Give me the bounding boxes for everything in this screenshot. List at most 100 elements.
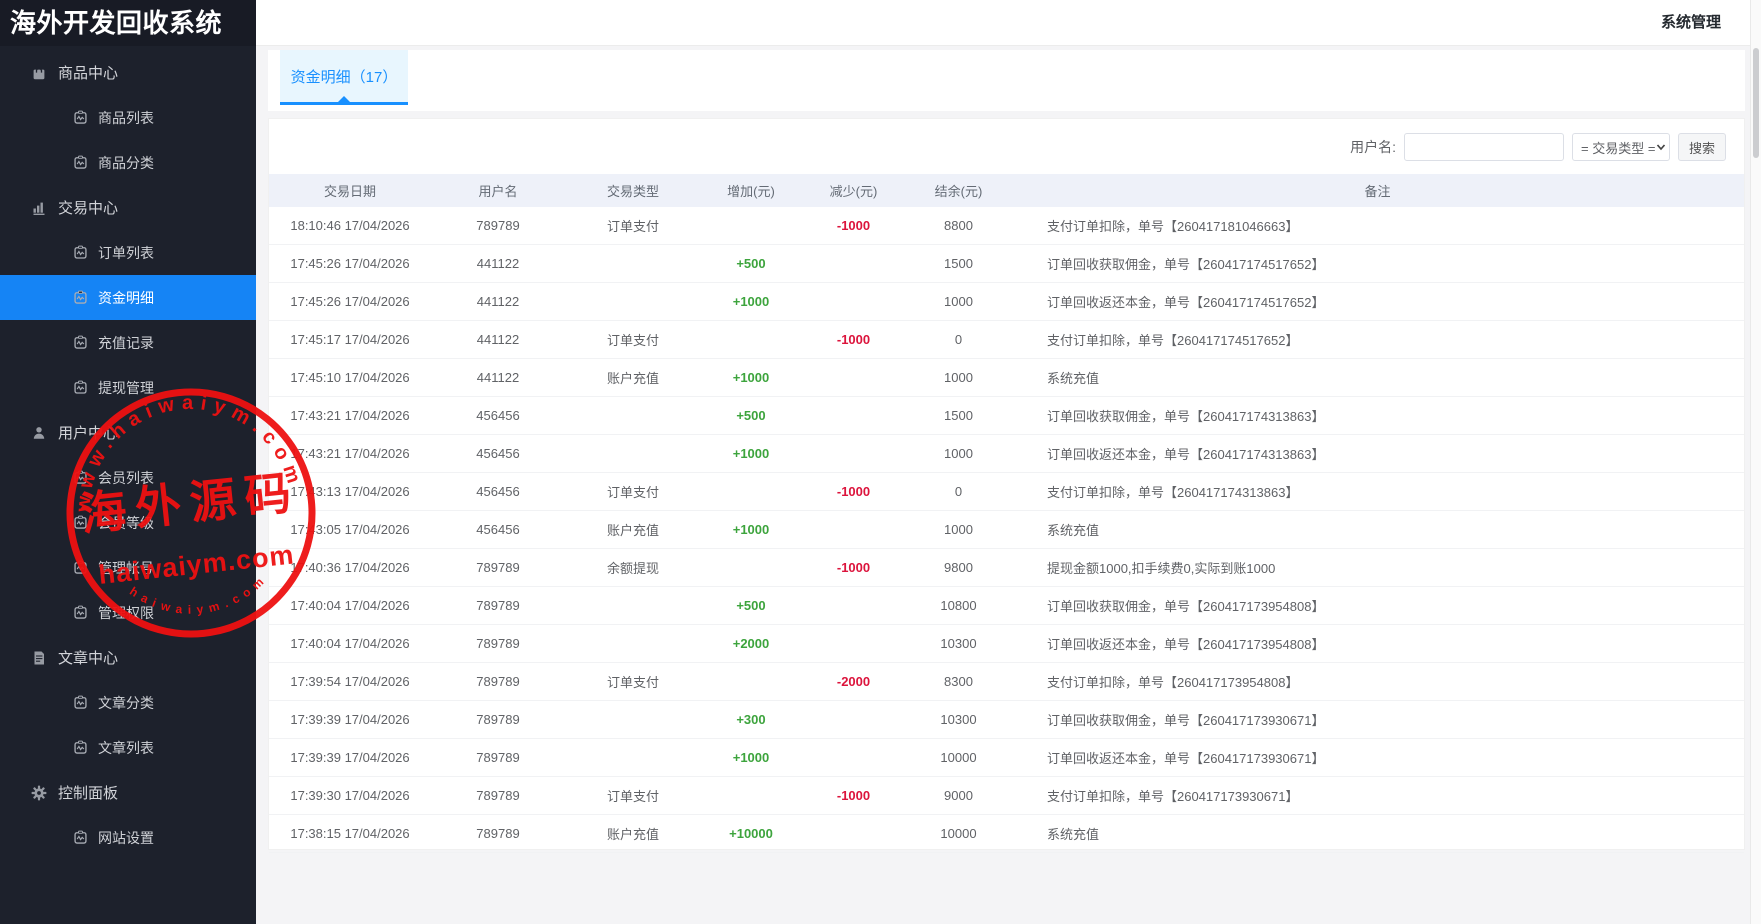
transaction-type-select[interactable]: = 交易类型 = <box>1572 133 1670 161</box>
table-row: 17:45:10 17/04/2026441122账户充值+10001000系统… <box>269 359 1744 397</box>
scrollbar-thumb[interactable] <box>1753 48 1759 158</box>
cell-type: 订单支付 <box>565 663 701 701</box>
sidebar-item-label: 充值记录 <box>98 333 154 353</box>
cell-time: 17:45:17 17/04/2026 <box>269 321 431 359</box>
sidebar-item-11[interactable]: 会员等级 <box>0 500 256 545</box>
cell-type <box>565 625 701 663</box>
table-row: 17:38:15 17/04/2026789789账户充值+1000010000… <box>269 815 1744 853</box>
sidebar-item-2[interactable]: 商品列表 <box>0 95 256 140</box>
cell-time: 17:45:10 17/04/2026 <box>269 359 431 397</box>
cell-balance: 10800 <box>906 587 1011 625</box>
cell-balance: 1000 <box>906 283 1011 321</box>
cell-remark: 订单回收获取佣金，单号【260417174313863】 <box>1011 397 1744 435</box>
column-header: 增加(元) <box>701 174 801 207</box>
sidebar-item-18[interactable]: 网站设置 <box>0 815 256 860</box>
table-row: 17:40:04 17/04/2026789789+50010800订单回收获取… <box>269 587 1744 625</box>
column-header: 交易类型 <box>565 174 701 207</box>
search-button[interactable]: 搜索 <box>1678 133 1726 161</box>
sidebar-item-label: 订单列表 <box>98 243 154 263</box>
chevron-down-icon <box>1655 141 1667 153</box>
cell-add: +1000 <box>701 435 801 473</box>
cell-user: 441122 <box>431 321 565 359</box>
fund-table: 交易日期用户名交易类型增加(元)减少(元)结余(元)备注 18:10:46 17… <box>269 174 1744 853</box>
cell-user: 441122 <box>431 283 565 321</box>
cell-time: 17:40:04 17/04/2026 <box>269 625 431 663</box>
sidebar-item-label: 会员等级 <box>98 513 154 533</box>
sidebar-item-13[interactable]: 管理权限 <box>0 590 256 635</box>
cell-minus <box>801 359 906 397</box>
sidebar-item-label: 文章中心 <box>58 647 118 668</box>
cell-type: 账户充值 <box>565 359 701 397</box>
filter-bar: 用户名: = 交易类型 = 搜索 <box>269 119 1744 174</box>
doc-chart-icon <box>72 290 89 305</box>
doc-chart-icon <box>72 335 89 350</box>
cell-user: 789789 <box>431 701 565 739</box>
tab-fund-details[interactable]: 资金明细（17） <box>280 50 408 105</box>
cell-remark: 订单回收返还本金，单号【260417173954808】 <box>1011 625 1744 663</box>
sidebar-item-label: 文章列表 <box>98 738 154 758</box>
cell-remark: 系统充值 <box>1011 359 1744 397</box>
sidebar-item-7[interactable]: 充值记录 <box>0 320 256 365</box>
cell-balance: 10000 <box>906 815 1011 853</box>
cell-add <box>701 663 801 701</box>
sidebar-item-label: 商品分类 <box>98 153 154 173</box>
gear-icon <box>30 785 47 801</box>
cell-minus <box>801 511 906 549</box>
doc-chart-icon <box>72 740 89 755</box>
cell-user: 441122 <box>431 359 565 397</box>
cell-user: 456456 <box>431 435 565 473</box>
cell-time: 17:39:54 17/04/2026 <box>269 663 431 701</box>
sidebar: 海外开发回收系统 商品中心商品列表商品分类交易中心订单列表资金明细充值记录提现管… <box>0 0 256 924</box>
sidebar-item-6[interactable]: 资金明细 <box>0 275 256 320</box>
sidebar-item-12[interactable]: 管理帐号 <box>0 545 256 590</box>
sidebar-item-17[interactable]: 控制面板 <box>0 770 256 815</box>
vertical-scrollbar[interactable] <box>1750 0 1761 924</box>
cell-remark: 支付订单扣除，单号【260417181046663】 <box>1011 207 1744 245</box>
cell-time: 17:39:39 17/04/2026 <box>269 701 431 739</box>
sidebar-item-16[interactable]: 文章列表 <box>0 725 256 770</box>
doc-chart-icon <box>72 605 89 620</box>
cell-user: 456456 <box>431 511 565 549</box>
sidebar-item-9[interactable]: 用户中心 <box>0 410 256 455</box>
cell-time: 17:38:15 17/04/2026 <box>269 815 431 853</box>
username-input[interactable] <box>1404 133 1564 161</box>
cell-remark: 订单回收返还本金，单号【260417174517652】 <box>1011 283 1744 321</box>
sidebar-item-label: 管理帐号 <box>98 558 154 578</box>
sidebar-item-8[interactable]: 提现管理 <box>0 365 256 410</box>
sidebar-item-4[interactable]: 交易中心 <box>0 185 256 230</box>
cell-time: 17:43:05 17/04/2026 <box>269 511 431 549</box>
doc-chart-icon <box>72 110 89 125</box>
sidebar-item-10[interactable]: 会员列表 <box>0 455 256 500</box>
tab-bar: 资金明细（17） <box>268 50 1745 111</box>
table-row: 17:43:21 17/04/2026456456+10001000订单回收返还… <box>269 435 1744 473</box>
sidebar-item-15[interactable]: 文章分类 <box>0 680 256 725</box>
table-row: 17:39:39 17/04/2026789789+100010000订单回收返… <box>269 739 1744 777</box>
cell-add <box>701 473 801 511</box>
cell-minus <box>801 815 906 853</box>
sidebar-item-1[interactable]: 商品中心 <box>0 50 256 95</box>
cell-user: 789789 <box>431 777 565 815</box>
doc-chart-icon <box>72 830 89 845</box>
doc-chart-icon <box>72 470 89 485</box>
column-header: 交易日期 <box>269 174 431 207</box>
column-header: 结余(元) <box>906 174 1011 207</box>
cell-user: 789789 <box>431 663 565 701</box>
sidebar-item-5[interactable]: 订单列表 <box>0 230 256 275</box>
sidebar-item-14[interactable]: 文章中心 <box>0 635 256 680</box>
sidebar-item-3[interactable]: 商品分类 <box>0 140 256 185</box>
system-admin-menu[interactable]: 系统管理 <box>1661 0 1721 45</box>
sidebar-item-label: 交易中心 <box>58 197 118 218</box>
sidebar-item-label: 会员列表 <box>98 468 154 488</box>
cell-user: 789789 <box>431 625 565 663</box>
app-root: 海外开发回收系统 商品中心商品列表商品分类交易中心订单列表资金明细充值记录提现管… <box>0 0 1761 924</box>
cell-add: +1000 <box>701 739 801 777</box>
doc-chart-icon <box>72 380 89 395</box>
cell-type: 订单支付 <box>565 473 701 511</box>
sidebar-item-label: 商品中心 <box>58 62 118 83</box>
cell-minus <box>801 701 906 739</box>
cell-minus <box>801 283 906 321</box>
doc-chart-icon <box>72 515 89 530</box>
cell-remark: 订单回收返还本金，单号【260417173930671】 <box>1011 739 1744 777</box>
cell-balance: 0 <box>906 321 1011 359</box>
cell-add: +1000 <box>701 511 801 549</box>
